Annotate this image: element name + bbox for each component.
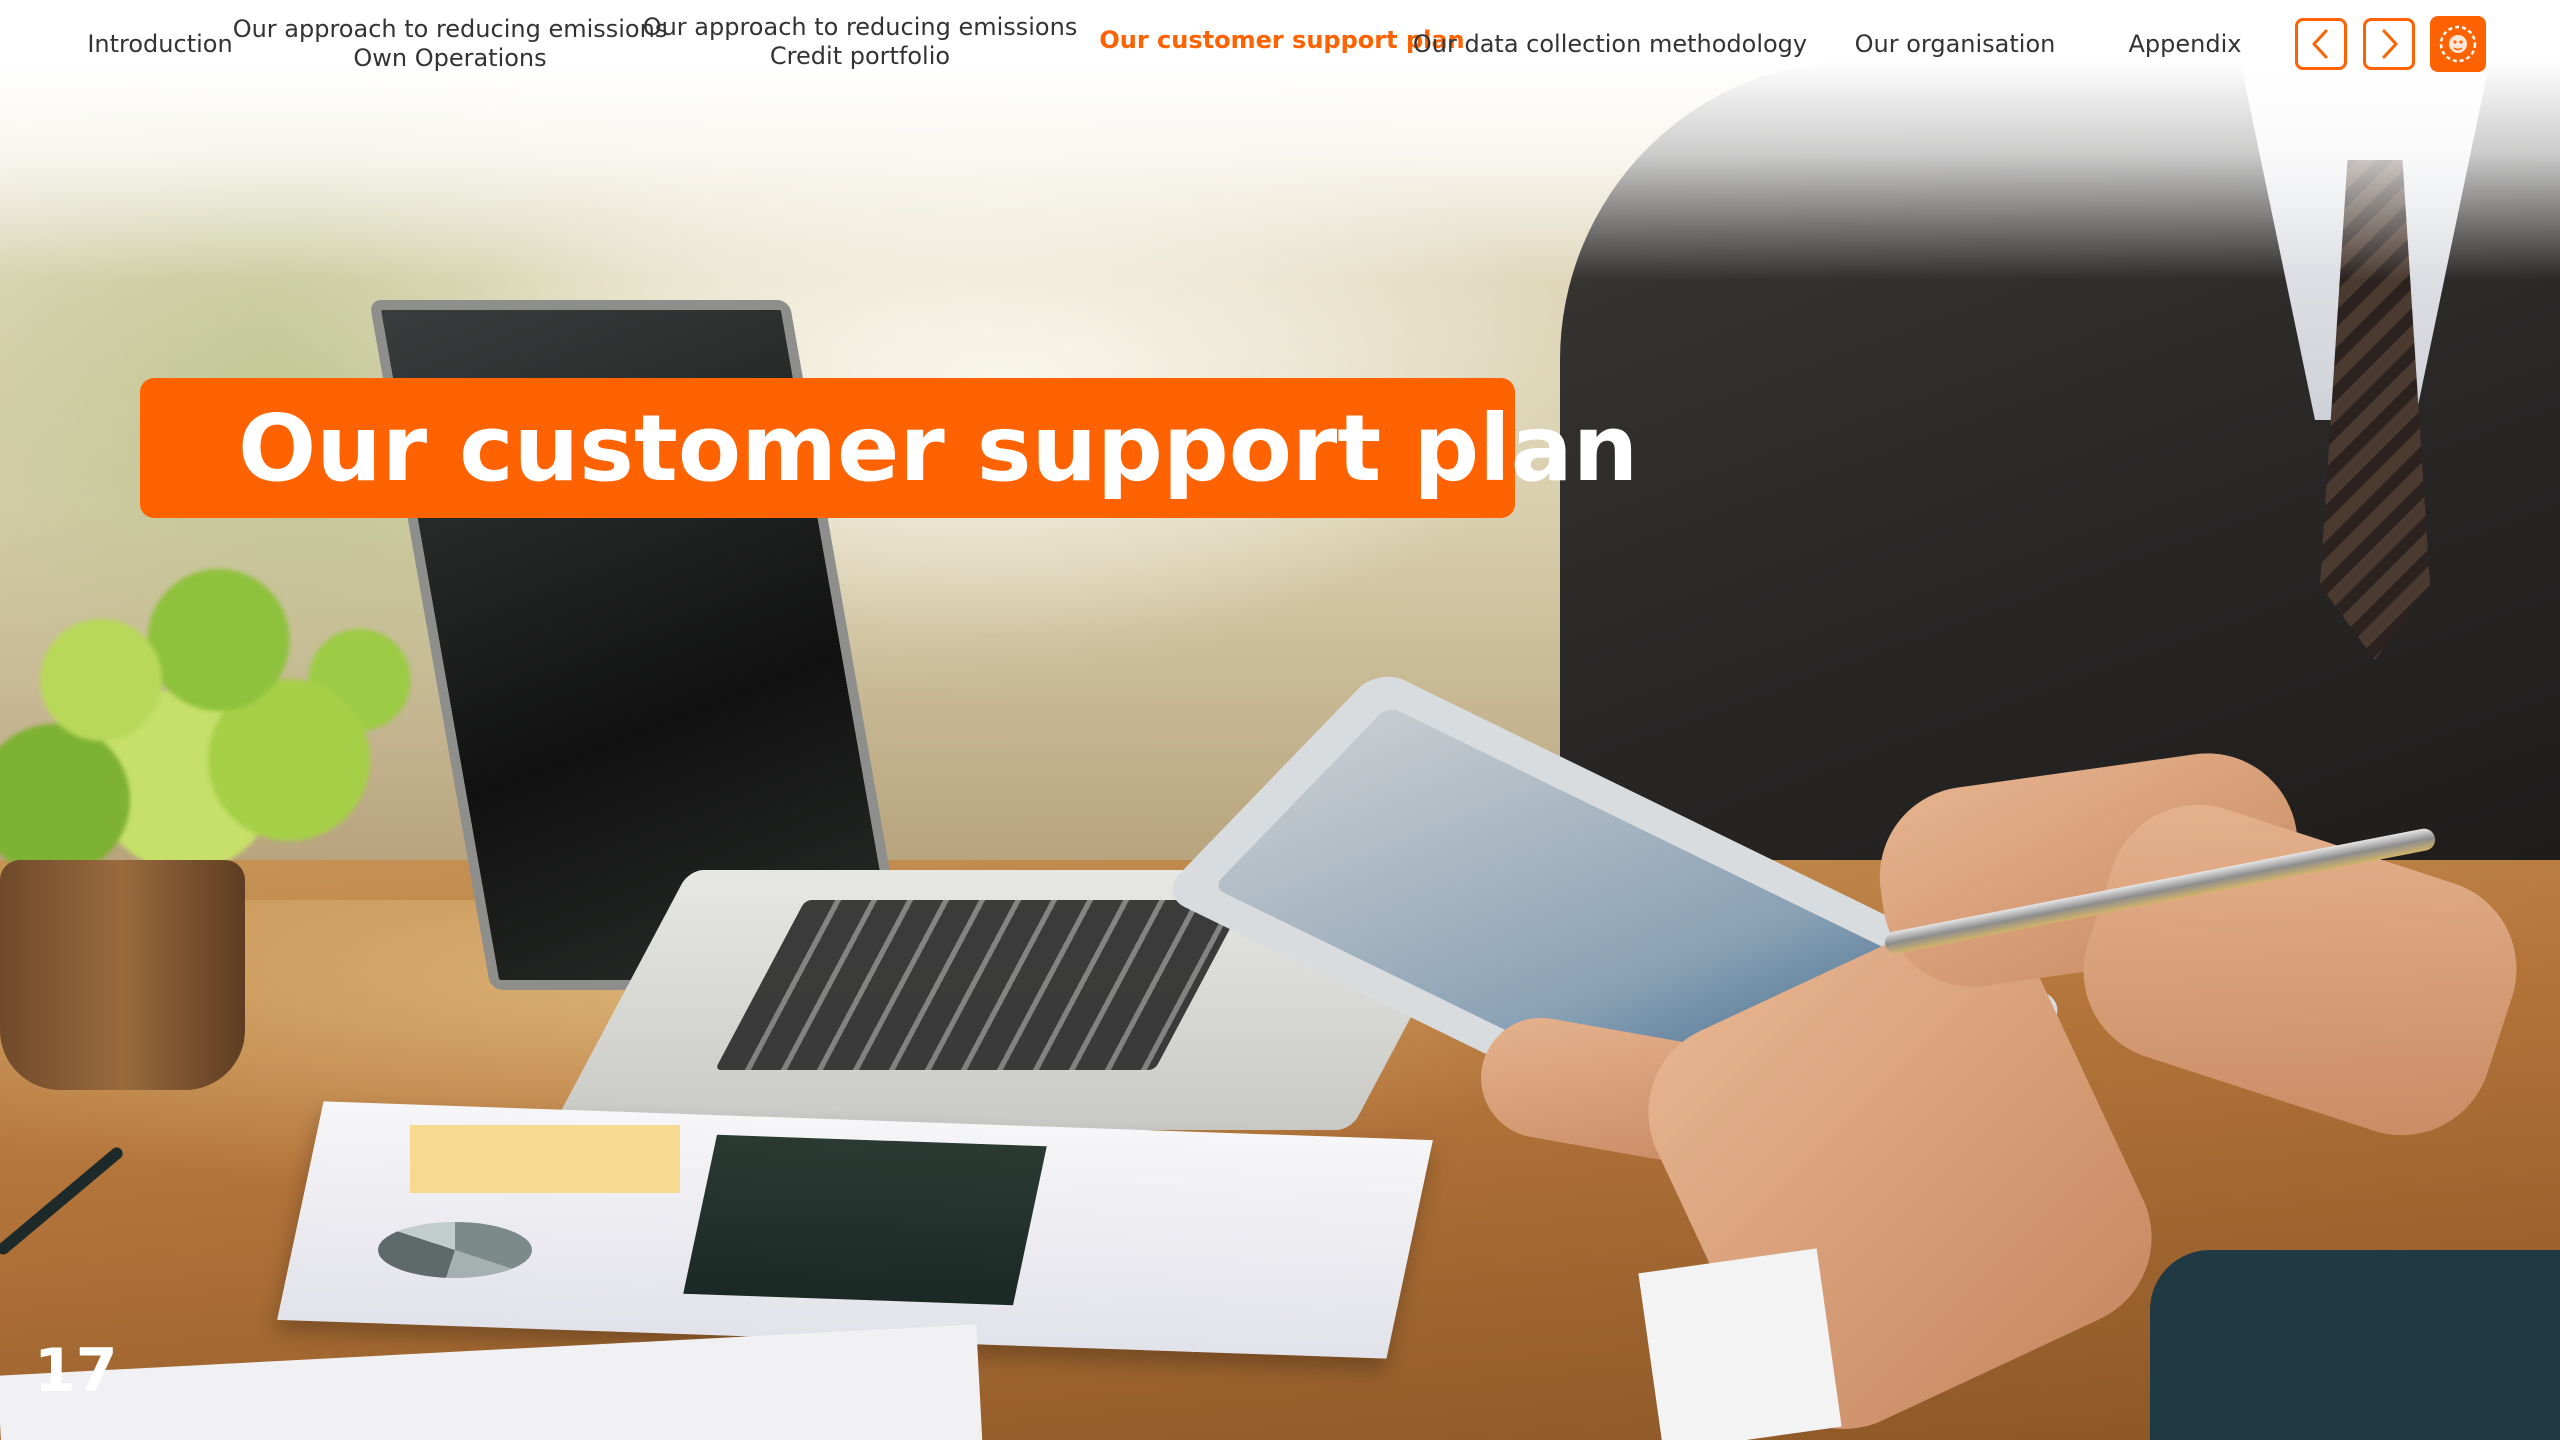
nav-item-own-operations[interactable]: Our approach to reducing emissions Own O… <box>233 14 668 74</box>
chevron-left-icon <box>2312 29 2328 59</box>
chevron-right-icon <box>2382 29 2398 59</box>
page-number: 17 <box>34 1336 118 1406</box>
nav-item-data-collection[interactable]: Our data collection methodology <box>1413 14 1807 74</box>
plant-pot <box>0 860 245 1090</box>
nav-item-label: Our data collection methodology <box>1412 29 1808 58</box>
report-pie <box>378 1222 532 1278</box>
top-navigation: Introduction Our approach to reducing em… <box>0 0 2560 90</box>
previous-page-button[interactable] <box>2295 18 2347 70</box>
slide-title-banner: Our customer support plan <box>140 378 1638 518</box>
nav-item-label: Our customer support plan <box>1099 25 1465 54</box>
slide-title: Our customer support plan <box>238 394 1639 502</box>
nav-item-label: Our approach to reducing emissions <box>232 15 668 43</box>
next-page-button[interactable] <box>2363 18 2415 70</box>
notebook <box>1638 1248 1842 1440</box>
nav-item-organisation[interactable]: Our organisation <box>1830 14 2080 74</box>
nav-item-sublabel: Credit portfolio <box>769 42 951 70</box>
background-photo <box>0 0 2560 1440</box>
nav-item-label: Introduction <box>87 29 233 58</box>
nav-item-introduction[interactable]: Introduction <box>70 14 250 74</box>
nav-item-appendix[interactable]: Appendix <box>2110 14 2260 74</box>
nav-item-label: Our approach to reducing emissions <box>642 13 1078 41</box>
nav-item-label: Appendix <box>2128 29 2242 58</box>
laptop-keyboard <box>714 900 1246 1070</box>
person-sleeve <box>2150 1250 2560 1440</box>
lion-logo-glyph <box>2439 25 2477 63</box>
lion-logo-icon[interactable] <box>2430 16 2486 72</box>
nav-item-label: Our organisation <box>1854 29 2056 58</box>
nav-item-credit-portfolio[interactable]: Our approach to reducing emissions Credi… <box>643 12 1078 72</box>
nav-item-sublabel: Own Operations <box>353 44 547 72</box>
sticky-note <box>410 1125 680 1193</box>
report-chart <box>683 1134 1047 1306</box>
